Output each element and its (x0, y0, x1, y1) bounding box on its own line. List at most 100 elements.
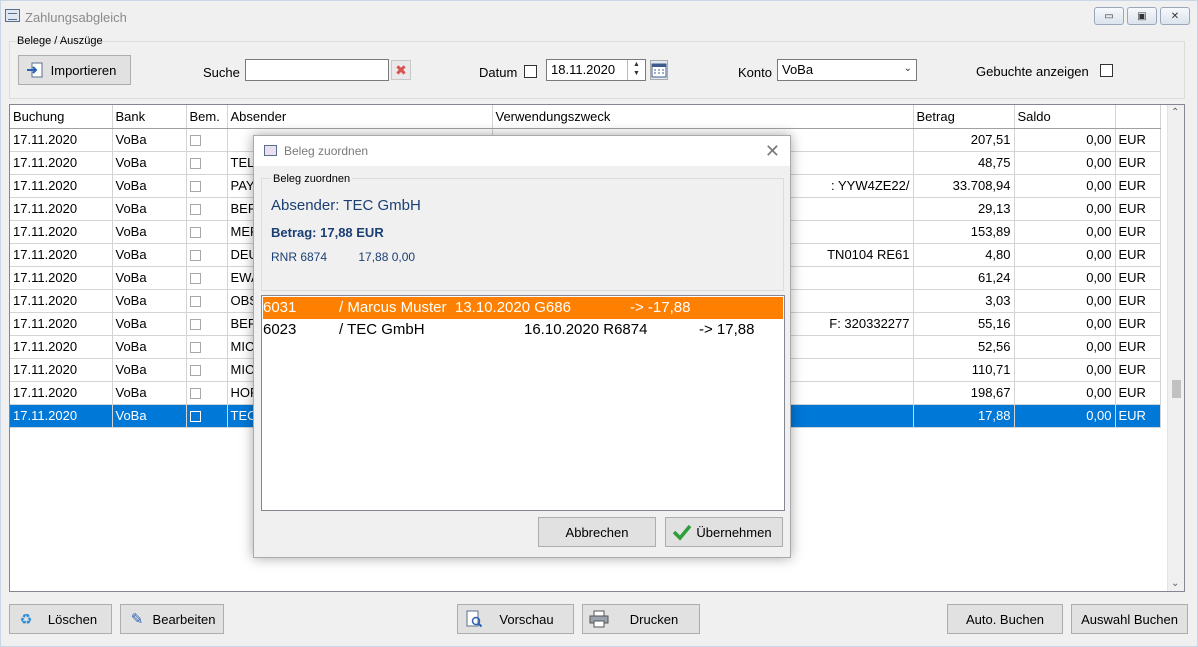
cell-currency[interactable]: EUR (1115, 381, 1161, 405)
cell-bank[interactable]: VoBa (112, 289, 187, 313)
cell-bank[interactable]: VoBa (112, 197, 187, 221)
cell-betrag[interactable]: 55,16 (913, 312, 1015, 336)
document-listbox[interactable]: 6031 / Marcus Muster 13.10.2020 G686 -> … (261, 295, 785, 511)
show-booked-checkbox[interactable] (1100, 64, 1113, 77)
cell-bank[interactable]: VoBa (112, 381, 187, 405)
scroll-thumb[interactable] (1172, 380, 1181, 398)
date-spinner[interactable]: ▲ ▼ (627, 60, 645, 80)
cell-currency[interactable]: EUR (1115, 220, 1161, 244)
cell-betrag[interactable]: 48,75 (913, 151, 1015, 175)
cell-saldo[interactable]: 0,00 (1014, 243, 1116, 267)
cell-bank[interactable]: VoBa (112, 335, 187, 359)
cell-saldo[interactable]: 0,00 (1014, 289, 1116, 313)
cell-buchung[interactable]: 17.11.2020 (10, 243, 113, 267)
cell-currency[interactable]: EUR (1115, 335, 1161, 359)
book-selection-button[interactable]: Auswahl Buchen (1071, 604, 1188, 634)
bem-checkbox[interactable] (189, 204, 201, 216)
cell-bem[interactable] (186, 220, 228, 244)
cell-bem[interactable] (186, 312, 228, 336)
cell-saldo[interactable]: 0,00 (1014, 358, 1116, 382)
cell-bem[interactable] (186, 266, 228, 290)
cell-bank[interactable]: VoBa (112, 128, 187, 152)
dialog-close-icon[interactable]: ✕ (765, 141, 780, 162)
cell-buchung[interactable]: 17.11.2020 (10, 174, 113, 198)
vertical-scrollbar[interactable]: ⌃ ⌄ (1167, 105, 1184, 591)
cell-saldo[interactable]: 0,00 (1014, 404, 1116, 428)
column-header-betrag[interactable]: Betrag (913, 105, 1015, 129)
cell-bank[interactable]: VoBa (112, 243, 187, 267)
cell-betrag[interactable]: 207,51 (913, 128, 1015, 152)
cell-currency[interactable]: EUR (1115, 404, 1161, 428)
cell-buchung[interactable]: 17.11.2020 (10, 358, 113, 382)
column-header-bem[interactable]: Bem. (186, 105, 228, 129)
cell-bank[interactable]: VoBa (112, 312, 187, 336)
cell-saldo[interactable]: 0,00 (1014, 197, 1116, 221)
bem-checkbox[interactable] (189, 273, 201, 285)
cell-bem[interactable] (186, 404, 228, 428)
cell-bem[interactable] (186, 358, 228, 382)
cell-saldo[interactable]: 0,00 (1014, 174, 1116, 198)
date-checkbox[interactable] (524, 65, 537, 78)
print-button[interactable]: Drucken (582, 604, 700, 634)
cell-bem[interactable] (186, 174, 228, 198)
accept-button[interactable]: Übernehmen (665, 517, 783, 547)
cell-bem[interactable] (186, 381, 228, 405)
cell-saldo[interactable]: 0,00 (1014, 266, 1116, 290)
cell-currency[interactable]: EUR (1115, 312, 1161, 336)
account-select[interactable]: VoBa ⌄ (777, 59, 917, 81)
cell-currency[interactable]: EUR (1115, 243, 1161, 267)
cell-buchung[interactable]: 17.11.2020 (10, 128, 113, 152)
column-header-verwendungszweck[interactable]: Verwendungszweck (492, 105, 914, 129)
cell-saldo[interactable]: 0,00 (1014, 335, 1116, 359)
cell-currency[interactable]: EUR (1115, 174, 1161, 198)
column-header-saldo[interactable]: Saldo (1014, 105, 1116, 129)
edit-button[interactable]: ✎ Bearbeiten (120, 604, 224, 634)
cell-bem[interactable] (186, 289, 228, 313)
cell-betrag[interactable]: 33.708,94 (913, 174, 1015, 198)
calendar-button[interactable] (650, 60, 668, 80)
clear-search-button[interactable]: ✖ (391, 60, 411, 80)
cell-buchung[interactable]: 17.11.2020 (10, 289, 113, 313)
cell-saldo[interactable]: 0,00 (1014, 151, 1116, 175)
column-header-absender[interactable]: Absender (227, 105, 493, 129)
cell-bank[interactable]: VoBa (112, 151, 187, 175)
cell-buchung[interactable]: 17.11.2020 (10, 151, 113, 175)
minimize-button[interactable]: ▭ (1094, 7, 1124, 25)
cell-saldo[interactable]: 0,00 (1014, 128, 1116, 152)
cell-buchung[interactable]: 17.11.2020 (10, 312, 113, 336)
preview-button[interactable]: Vorschau (457, 604, 574, 634)
cell-bem[interactable] (186, 151, 228, 175)
cell-bem[interactable] (186, 197, 228, 221)
column-header-bank[interactable]: Bank (112, 105, 187, 129)
spin-down-icon[interactable]: ▼ (628, 69, 645, 78)
cell-betrag[interactable]: 17,88 (913, 404, 1015, 428)
cell-betrag[interactable]: 52,56 (913, 335, 1015, 359)
bem-checkbox[interactable] (189, 181, 201, 193)
cell-betrag[interactable]: 3,03 (913, 289, 1015, 313)
cell-bank[interactable]: VoBa (112, 174, 187, 198)
cell-betrag[interactable]: 29,13 (913, 197, 1015, 221)
delete-button[interactable]: ♻ Löschen (9, 604, 112, 634)
bem-checkbox[interactable] (189, 227, 201, 239)
close-button[interactable]: ✕ (1160, 7, 1190, 25)
cell-buchung[interactable]: 17.11.2020 (10, 266, 113, 290)
bem-checkbox[interactable] (189, 250, 201, 262)
cell-betrag[interactable]: 153,89 (913, 220, 1015, 244)
cell-currency[interactable]: EUR (1115, 151, 1161, 175)
cell-bem[interactable] (186, 243, 228, 267)
import-button[interactable]: Importieren (18, 55, 131, 85)
cell-saldo[interactable]: 0,00 (1014, 220, 1116, 244)
list-item[interactable]: 6031 / Marcus Muster 13.10.2020 G686 -> … (263, 297, 783, 319)
cell-currency[interactable]: EUR (1115, 266, 1161, 290)
cell-saldo[interactable]: 0,00 (1014, 312, 1116, 336)
cell-bank[interactable]: VoBa (112, 404, 187, 428)
list-item[interactable]: 6023 / TEC GmbH 16.10.2020 R6874 -> 17,8… (263, 319, 783, 341)
column-header-buchung[interactable]: Buchung (10, 105, 113, 129)
cell-bem[interactable] (186, 128, 228, 152)
bem-checkbox[interactable] (189, 319, 201, 331)
bem-checkbox[interactable] (189, 296, 201, 308)
cell-bank[interactable]: VoBa (112, 220, 187, 244)
cell-betrag[interactable]: 110,71 (913, 358, 1015, 382)
cell-currency[interactable]: EUR (1115, 289, 1161, 313)
cell-buchung[interactable]: 17.11.2020 (10, 404, 113, 428)
